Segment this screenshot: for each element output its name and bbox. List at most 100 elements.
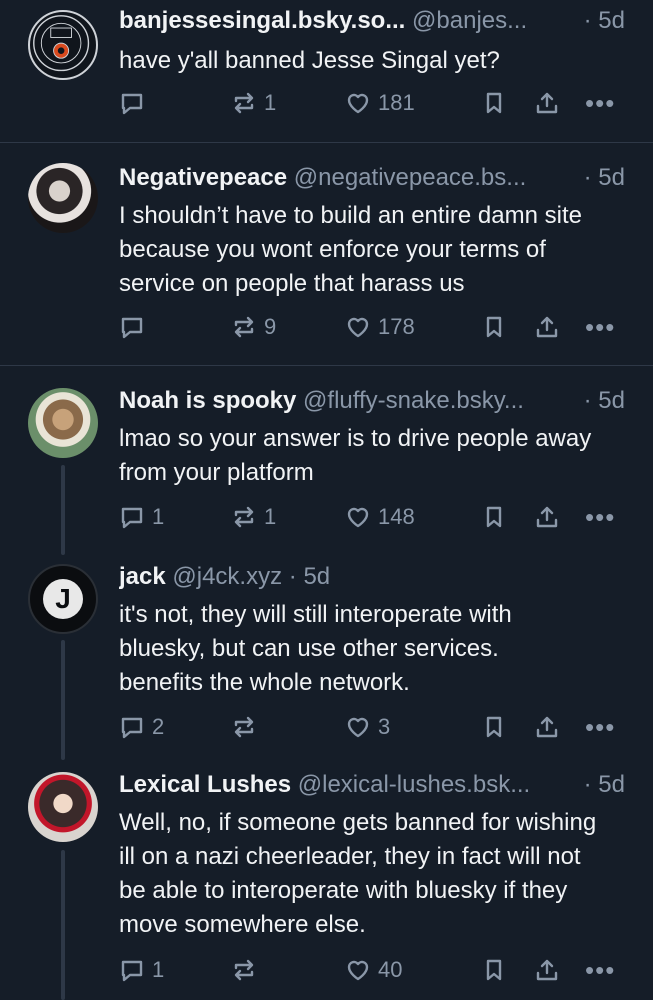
post-text: I shouldn’t have to build an entire damn… — [119, 202, 582, 297]
repost-icon — [234, 506, 254, 528]
repost-button[interactable] — [230, 710, 264, 744]
like-button[interactable]: 178 — [344, 310, 415, 344]
reply-count: 1 — [152, 957, 165, 982]
handle[interactable]: @j4ck.xyz — [172, 563, 282, 590]
more-options-button[interactable]: ••• — [585, 710, 615, 744]
reply-button[interactable] — [118, 86, 152, 120]
handle[interactable]: @banjes... — [412, 7, 527, 34]
reply-button[interactable]: 2 — [118, 710, 164, 744]
bookmark-button[interactable] — [480, 710, 508, 744]
post[interactable]: Noah is spooky @fluffy-snake.bsky... · 5… — [0, 366, 653, 556]
reply-count: 1 — [152, 504, 165, 529]
like-button[interactable]: 181 — [344, 86, 415, 120]
more-icon: ••• — [585, 312, 616, 342]
post-text: have y'all banned Jesse Singal yet? — [119, 47, 500, 74]
display-name[interactable]: Lexical Lushes — [119, 771, 291, 798]
post-age[interactable]: · 5d — [581, 6, 625, 36]
bookmark-icon — [486, 316, 502, 338]
more-options-button[interactable]: ••• — [585, 86, 615, 120]
like-button[interactable]: 3 — [344, 710, 390, 744]
reply-icon — [121, 317, 143, 339]
repost-icon — [234, 92, 254, 114]
bookmark-button[interactable] — [480, 953, 508, 987]
repost-icon — [234, 959, 254, 981]
handle[interactable]: @lexical-lushes.bsk... — [298, 771, 530, 798]
avatar[interactable] — [28, 163, 98, 233]
bookmark-button[interactable] — [480, 86, 508, 120]
post-header: Noah is spooky @fluffy-snake.bsky... · 5… — [119, 386, 633, 416]
repost-button[interactable]: 1 — [230, 86, 276, 120]
bookmark-icon — [486, 506, 502, 528]
reply-icon — [121, 717, 143, 739]
post[interactable]: Lexical Lushes @lexical-lushes.bsk... · … — [0, 756, 653, 1000]
reply-icon — [121, 960, 143, 982]
like-button[interactable]: 40 — [344, 953, 402, 987]
more-options-button[interactable]: ••• — [585, 500, 615, 534]
mcr-logo-icon — [33, 15, 90, 72]
repost-count: 9 — [264, 314, 277, 339]
heart-icon — [347, 317, 369, 338]
handle[interactable]: @fluffy-snake.bsky... — [303, 387, 524, 414]
share-button[interactable] — [533, 86, 561, 120]
post-age[interactable]: · 5d — [581, 386, 625, 416]
repost-count: 1 — [264, 90, 277, 115]
avatar[interactable] — [28, 772, 98, 842]
action-bar: 9 178 ••• — [0, 310, 653, 344]
bookmark-icon — [486, 959, 502, 981]
post-age[interactable]: · 5d — [581, 163, 625, 193]
post[interactable]: Negativepeace @negativepeace.bs... · 5d … — [0, 143, 653, 366]
more-options-button[interactable]: ••• — [585, 310, 615, 344]
avatar[interactable] — [28, 10, 98, 80]
reply-icon — [121, 507, 143, 529]
like-count: 3 — [378, 714, 391, 739]
bookmark-button[interactable] — [480, 310, 508, 344]
repost-button[interactable]: 9 — [230, 310, 276, 344]
display-name[interactable]: banjessesingal.bsky.so... — [119, 7, 405, 34]
display-name[interactable]: jack — [119, 563, 166, 590]
share-icon — [536, 316, 558, 338]
avatar[interactable] — [28, 388, 98, 458]
share-icon — [536, 716, 558, 738]
display-name[interactable]: Noah is spooky — [119, 387, 296, 414]
reply-button[interactable]: 1 — [118, 500, 164, 534]
action-bar: 1 1 148 ••• — [0, 500, 653, 534]
post-text: it's not, they will still interoperate w… — [119, 601, 512, 696]
heart-icon — [347, 717, 369, 738]
action-bar: 1 40 ••• — [0, 953, 653, 987]
avatar[interactable]: J — [28, 564, 98, 634]
share-button[interactable] — [533, 500, 561, 534]
more-options-button[interactable]: ••• — [585, 953, 615, 987]
reply-button[interactable] — [118, 310, 152, 344]
reply-icon — [121, 93, 143, 115]
avatar-inner-circle: J — [43, 579, 83, 619]
repost-icon — [234, 716, 254, 738]
like-count: 148 — [378, 504, 415, 529]
post-age[interactable]: · 5d — [581, 770, 625, 800]
handle[interactable]: @negativepeace.bs... — [294, 164, 527, 191]
share-button[interactable] — [533, 310, 561, 344]
like-button[interactable]: 148 — [344, 500, 415, 534]
bookmark-button[interactable] — [480, 500, 508, 534]
like-count: 178 — [378, 314, 415, 339]
action-bar: 1 181 ••• — [0, 86, 653, 120]
share-icon — [536, 92, 558, 114]
post[interactable]: banjessesingal.bsky.so... @banjes... · 5… — [0, 0, 653, 143]
reply-button[interactable]: 1 — [118, 953, 164, 987]
repost-button[interactable] — [230, 953, 264, 987]
post[interactable]: J jack @j4ck.xyz · 5d it's not, they wil… — [0, 556, 653, 756]
post-age[interactable]: · 5d — [289, 563, 330, 590]
post-text: Well, no, if someone gets banned for wis… — [119, 809, 597, 938]
more-icon: ••• — [585, 955, 616, 985]
action-bar: 2 3 ••• — [0, 710, 653, 744]
post-header: banjessesingal.bsky.so... @banjes... · 5… — [119, 6, 633, 36]
repost-button[interactable]: 1 — [230, 500, 276, 534]
more-icon: ••• — [585, 88, 616, 118]
share-button[interactable] — [533, 953, 561, 987]
more-icon: ••• — [585, 502, 616, 532]
post-text: lmao so your answer is to drive people a… — [119, 425, 592, 486]
display-name[interactable]: Negativepeace — [119, 164, 287, 191]
repost-count: 1 — [264, 504, 277, 529]
share-button[interactable] — [533, 710, 561, 744]
reply-count: 2 — [152, 714, 165, 739]
share-icon — [536, 506, 558, 528]
